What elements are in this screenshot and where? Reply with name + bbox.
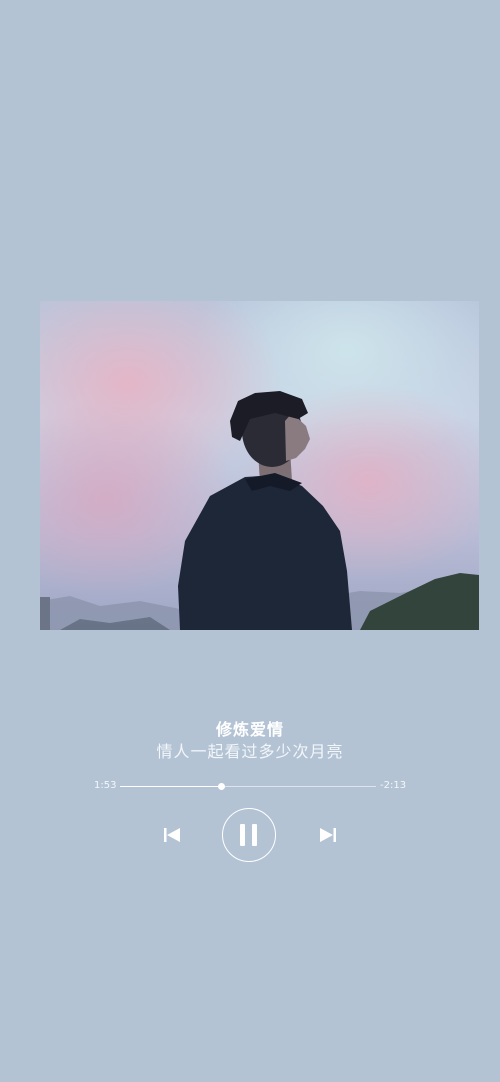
music-player-screen: 修炼爱情 情人一起看过多少次月亮 1:53 -2:13	[0, 0, 500, 1082]
time-remaining: -2:13	[380, 780, 407, 791]
song-title: 修炼爱情	[215, 720, 284, 739]
pause-button[interactable]	[222, 808, 276, 862]
skip-previous-icon	[164, 828, 180, 842]
album-cover-image	[40, 301, 479, 630]
progress-fill	[120, 786, 222, 787]
progress-slider[interactable]	[120, 783, 376, 790]
skip-next-icon	[320, 828, 336, 842]
previous-track-button[interactable]	[163, 826, 181, 844]
next-track-button[interactable]	[319, 826, 337, 844]
time-elapsed: 1:53	[94, 780, 117, 791]
progress-thumb[interactable]	[217, 783, 225, 790]
lyric-line: 情人一起看过多少次月亮	[156, 742, 344, 761]
